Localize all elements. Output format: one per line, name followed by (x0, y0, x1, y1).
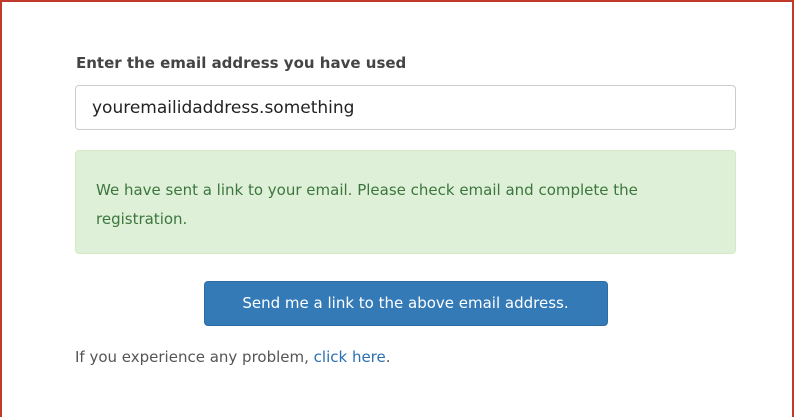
email-field-label: Enter the email address you have used (76, 54, 407, 72)
email-input[interactable] (75, 85, 736, 130)
help-text-prefix: If you experience any problem, (75, 348, 314, 366)
help-text-suffix: . (385, 348, 391, 366)
help-text: If you experience any problem, click her… (75, 348, 391, 366)
page-frame: Enter the email address you have used We… (0, 0, 794, 417)
click-here-link[interactable]: click here (314, 348, 386, 366)
send-link-button[interactable]: Send me a link to the above email addres… (203, 281, 608, 326)
submit-container: Send me a link to the above email addres… (75, 281, 736, 326)
success-alert: We have sent a link to your email. Pleas… (75, 150, 736, 254)
